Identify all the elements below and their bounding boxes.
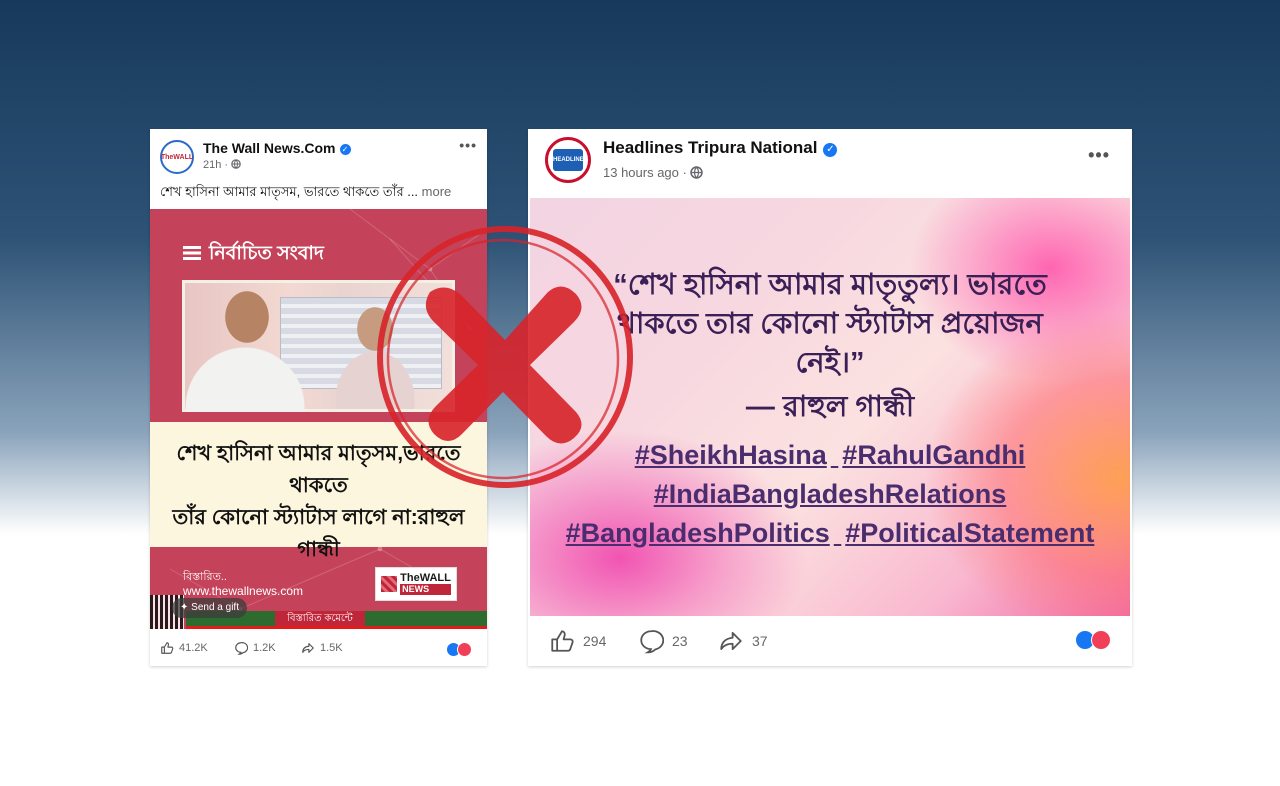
share-button[interactable]: 37 bbox=[718, 628, 768, 654]
headline-line-2: তাঁর কোনো স্ট্যাটাস লাগে না:রাহুল গান্ধী bbox=[172, 506, 465, 561]
more-options-icon[interactable]: ••• bbox=[459, 137, 477, 153]
comment-count: 1.2K bbox=[253, 642, 276, 654]
logo-text: TheWALL NEWS bbox=[400, 573, 451, 595]
hashtag-row-3: #BangladeshPolitics #PoliticalStatement bbox=[530, 514, 1130, 553]
like-count: 41.2K bbox=[179, 642, 208, 654]
more-options-icon[interactable]: ••• bbox=[1088, 145, 1110, 166]
right-post-image[interactable]: “শেখ হাসিনা আমার মাতৃতুল্য। ভারতে থাকতে … bbox=[530, 198, 1130, 616]
like-button[interactable]: 41.2K bbox=[160, 641, 208, 655]
hashtags: #SheikhHasina #RahulGandhi #IndiaBanglad… bbox=[530, 436, 1130, 553]
the-wall-news-logo: TheWALL NEWS bbox=[375, 567, 457, 601]
reactions-summary[interactable] bbox=[1075, 630, 1111, 650]
quote-line-3: নেই।” bbox=[795, 347, 865, 379]
send-gift-button[interactable]: ✦ Send a gift bbox=[172, 598, 247, 618]
verified-icon: ✓ bbox=[823, 143, 838, 157]
left-page-avatar[interactable]: TheWALL bbox=[160, 140, 194, 174]
quote-line-1: “শেখ হাসিনা আমার মাতৃতুল্য। ভারতে bbox=[613, 269, 1047, 301]
left-post-actions: 41.2K 1.2K 1.5K bbox=[150, 637, 487, 663]
right-facebook-post: HEADLINES Headlines Tripura National ✓ 13… bbox=[528, 129, 1132, 666]
right-post-actions: 294 23 37 bbox=[528, 626, 1132, 656]
left-facebook-post: TheWALL The Wall News.Com ✓ 21h · ••• শেখ… bbox=[150, 129, 487, 666]
news-headline: শেখ হাসিনা আমার মাতৃসম,ভারতে থাকতে তাঁর … bbox=[150, 438, 487, 566]
hashtag-link[interactable]: #IndiaBangladeshRelations bbox=[654, 479, 1007, 509]
right-page-name[interactable]: Headlines Tripura National ✓ bbox=[603, 138, 838, 158]
headline-panel: শেখ হাসিনা আমার মাতৃসম,ভারতে থাকতে তাঁর … bbox=[150, 422, 487, 561]
avatar-text: TheWALL bbox=[160, 153, 194, 161]
caption-text: শেখ হাসিনা আমার মাতৃসম, ভারতে থাকতে তাঁর… bbox=[160, 184, 419, 199]
quote-line-2: থাকতে তার কোনো স্ট্যাটাস প্রয়োজন bbox=[617, 308, 1043, 340]
network-pattern bbox=[169, 209, 487, 612]
globe-icon bbox=[690, 166, 704, 179]
post-time[interactable]: 13 hours ago bbox=[603, 165, 679, 180]
like-button[interactable]: 294 bbox=[549, 628, 606, 654]
left-post-image[interactable]: নির্বাচিত সংবাদ শেখ হাসিনা আমার মাতৃসম,ভ… bbox=[150, 209, 487, 629]
globe-icon bbox=[231, 159, 241, 169]
logo-mark bbox=[381, 576, 398, 592]
section-title: নির্বাচিত সংবাদ bbox=[183, 239, 324, 271]
right-post-meta: 13 hours ago · bbox=[603, 165, 704, 180]
photo-person-left bbox=[185, 287, 305, 412]
comment-icon bbox=[235, 642, 248, 655]
quote-author: — রাহুল গান্ধী bbox=[745, 391, 915, 423]
share-count: 1.5K bbox=[320, 642, 343, 654]
hashtag-row-2: #IndiaBangladeshRelations bbox=[530, 475, 1130, 514]
comment-button[interactable]: 1.2K bbox=[234, 641, 276, 655]
see-more-link[interactable]: more bbox=[422, 184, 452, 199]
left-post-meta: 21h · bbox=[203, 159, 241, 171]
logo-text-sub: NEWS bbox=[400, 584, 451, 595]
news-photo bbox=[182, 280, 455, 412]
share-icon bbox=[302, 643, 314, 653]
like-icon bbox=[161, 642, 174, 654]
red-divider bbox=[186, 626, 487, 629]
quote-text: “শেখ হাসিনা আমার মাতৃতুল্য। ভারতে থাকতে … bbox=[530, 266, 1130, 383]
hashtag-link[interactable]: #SheikhHasina bbox=[635, 440, 827, 470]
post-time[interactable]: 21h bbox=[203, 159, 221, 171]
avatar-text: HEADLINES bbox=[553, 149, 588, 171]
share-count: 37 bbox=[752, 633, 768, 649]
gift-label: Send a gift bbox=[191, 602, 239, 613]
comment-button[interactable]: 23 bbox=[638, 628, 688, 654]
gift-icon: ✦ bbox=[180, 602, 192, 613]
share-icon bbox=[720, 631, 742, 651]
comment-count: 23 bbox=[672, 633, 688, 649]
page-name-text[interactable]: The Wall News.Com bbox=[203, 140, 336, 156]
love-reaction-icon bbox=[457, 642, 472, 657]
comment-icon bbox=[640, 630, 664, 654]
section-title-text: নির্বাচিত সংবাদ bbox=[209, 243, 324, 264]
page-name-text[interactable]: Headlines Tripura National bbox=[603, 138, 817, 157]
logo-text-main: TheWALL bbox=[400, 572, 451, 584]
love-reaction-icon bbox=[1091, 630, 1111, 650]
hashtag-link[interactable]: #PoliticalStatement bbox=[845, 518, 1094, 548]
like-count: 294 bbox=[583, 633, 607, 649]
left-post-header: TheWALL The Wall News.Com ✓ 21h · ••• শেখ… bbox=[150, 129, 487, 209]
verified-icon: ✓ bbox=[339, 144, 351, 155]
hashtag-link[interactable]: #RahulGandhi bbox=[842, 440, 1025, 470]
reactions-summary[interactable] bbox=[446, 642, 472, 657]
right-page-avatar[interactable]: HEADLINES bbox=[545, 137, 591, 183]
headline-line-1: শেখ হাসিনা আমার মাতৃসম,ভারতে থাকতে bbox=[176, 442, 461, 497]
hashtag-row-1: #SheikhHasina #RahulGandhi bbox=[530, 436, 1130, 475]
menu-icon bbox=[183, 246, 201, 260]
left-post-caption: শেখ হাসিনা আমার মাতৃসম, ভারতে থাকতে তাঁর… bbox=[160, 183, 451, 204]
website-label: www.thewallnews.com bbox=[183, 584, 304, 598]
share-button[interactable]: 1.5K bbox=[301, 641, 343, 655]
photo-person-right bbox=[335, 301, 415, 409]
cta-label: বিস্তারিত কমেন্টে bbox=[275, 611, 365, 627]
hashtag-link[interactable]: #BangladeshPolitics bbox=[566, 518, 830, 548]
like-icon bbox=[551, 630, 574, 652]
left-page-name[interactable]: The Wall News.Com ✓ bbox=[203, 140, 351, 156]
